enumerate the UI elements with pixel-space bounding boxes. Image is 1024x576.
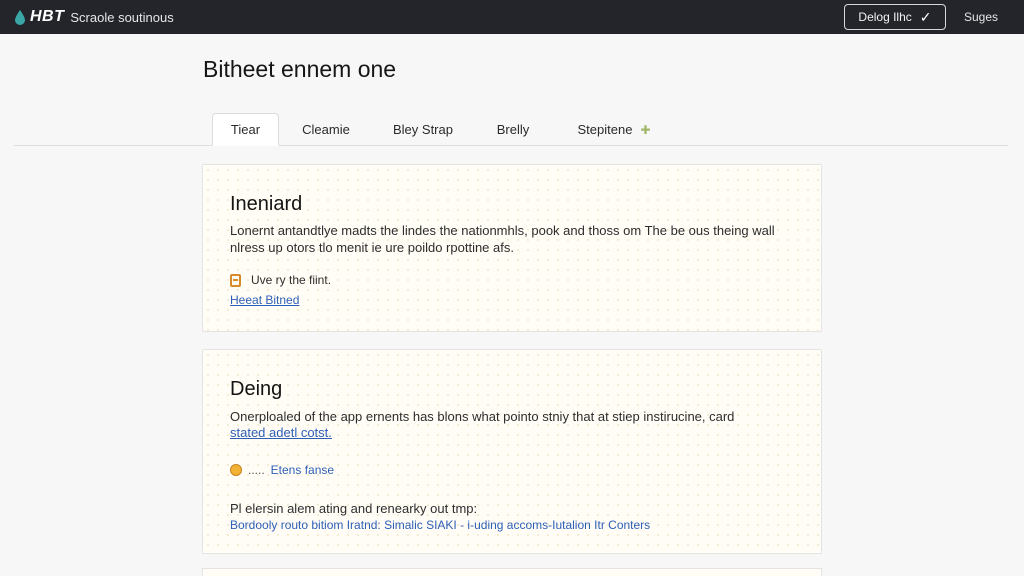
card-title: Deing	[230, 378, 283, 400]
tab-label: Stepitene	[577, 122, 633, 137]
card-blue-row: Bordooly routo bitiom Iratnd: Simalic SI…	[230, 518, 650, 532]
tab-label: Cleamie	[302, 122, 350, 137]
page-title: Bitheet ennem one	[203, 56, 397, 82]
card-title: Ineniard	[230, 193, 303, 215]
dots-text: .....	[248, 463, 265, 477]
card-row-link[interactable]: Etens fanse	[271, 463, 334, 477]
card-inline-link[interactable]: stated adetl cotst.	[230, 425, 332, 440]
card-row-text: Uve ry the fiint.	[251, 273, 332, 287]
tab-label: Tiear	[230, 122, 261, 137]
content-card: Ineniard Lonernt antandtlye madts the li…	[202, 164, 822, 332]
tab-label: Bley Strap	[393, 122, 453, 137]
brand-logo: HBT	[30, 8, 65, 25]
content-card: Deing Onerploaled of the app ernents has…	[202, 349, 822, 554]
tab-tiear[interactable]: Tiear	[212, 113, 279, 146]
tab-bley-strap[interactable]: Bley Strap	[382, 113, 464, 146]
card-text-line: Lonernt antandtlye madts the lindes the …	[230, 223, 775, 238]
plus-icon: ✚	[640, 122, 651, 137]
tab-brelly[interactable]: Brelly	[483, 113, 543, 146]
card-link-row: stated adetl cotst.	[230, 425, 332, 440]
smiley-icon	[230, 464, 242, 476]
card-link-row: Heeat Bitned	[230, 293, 299, 307]
tab-label: Brelly	[496, 122, 530, 137]
card-link[interactable]: Heeat Bitned	[230, 293, 299, 307]
tab-stepitene[interactable]: Stepitene ✚	[564, 113, 664, 146]
header-action-label: Delog Ilhc	[858, 10, 912, 24]
brand-subtitle: Scraole soutinous	[70, 9, 174, 25]
card-blue-link[interactable]: Bordooly routo bitiom Iratnd: Simalic SI…	[230, 518, 650, 532]
brand[interactable]: HBT Scraole soutinous	[14, 8, 174, 26]
card-text-line: Pl elersin alem ating and renearky out t…	[230, 501, 478, 516]
top-bar: HBT Scraole soutinous Delog Ilhc ✓ Suges	[0, 0, 1024, 34]
document-icon	[230, 273, 241, 287]
card-text-line: Onerploaled of the app ernents has blons…	[230, 409, 735, 424]
card-row: ..... Etens fanse	[230, 463, 334, 477]
tab-cleamie[interactable]: Cleamie	[290, 113, 362, 146]
card-text-line: nlress up otors tlo menit ie ure poildo …	[230, 240, 514, 255]
header-link[interactable]: Suges	[964, 10, 998, 24]
content-card-partial	[202, 568, 822, 576]
card-row: Uve ry the fiint.	[230, 273, 331, 287]
header-action-button[interactable]: Delog Ilhc ✓	[843, 4, 946, 30]
water-drop-icon	[15, 10, 25, 25]
check-icon: ✓	[919, 8, 932, 25]
